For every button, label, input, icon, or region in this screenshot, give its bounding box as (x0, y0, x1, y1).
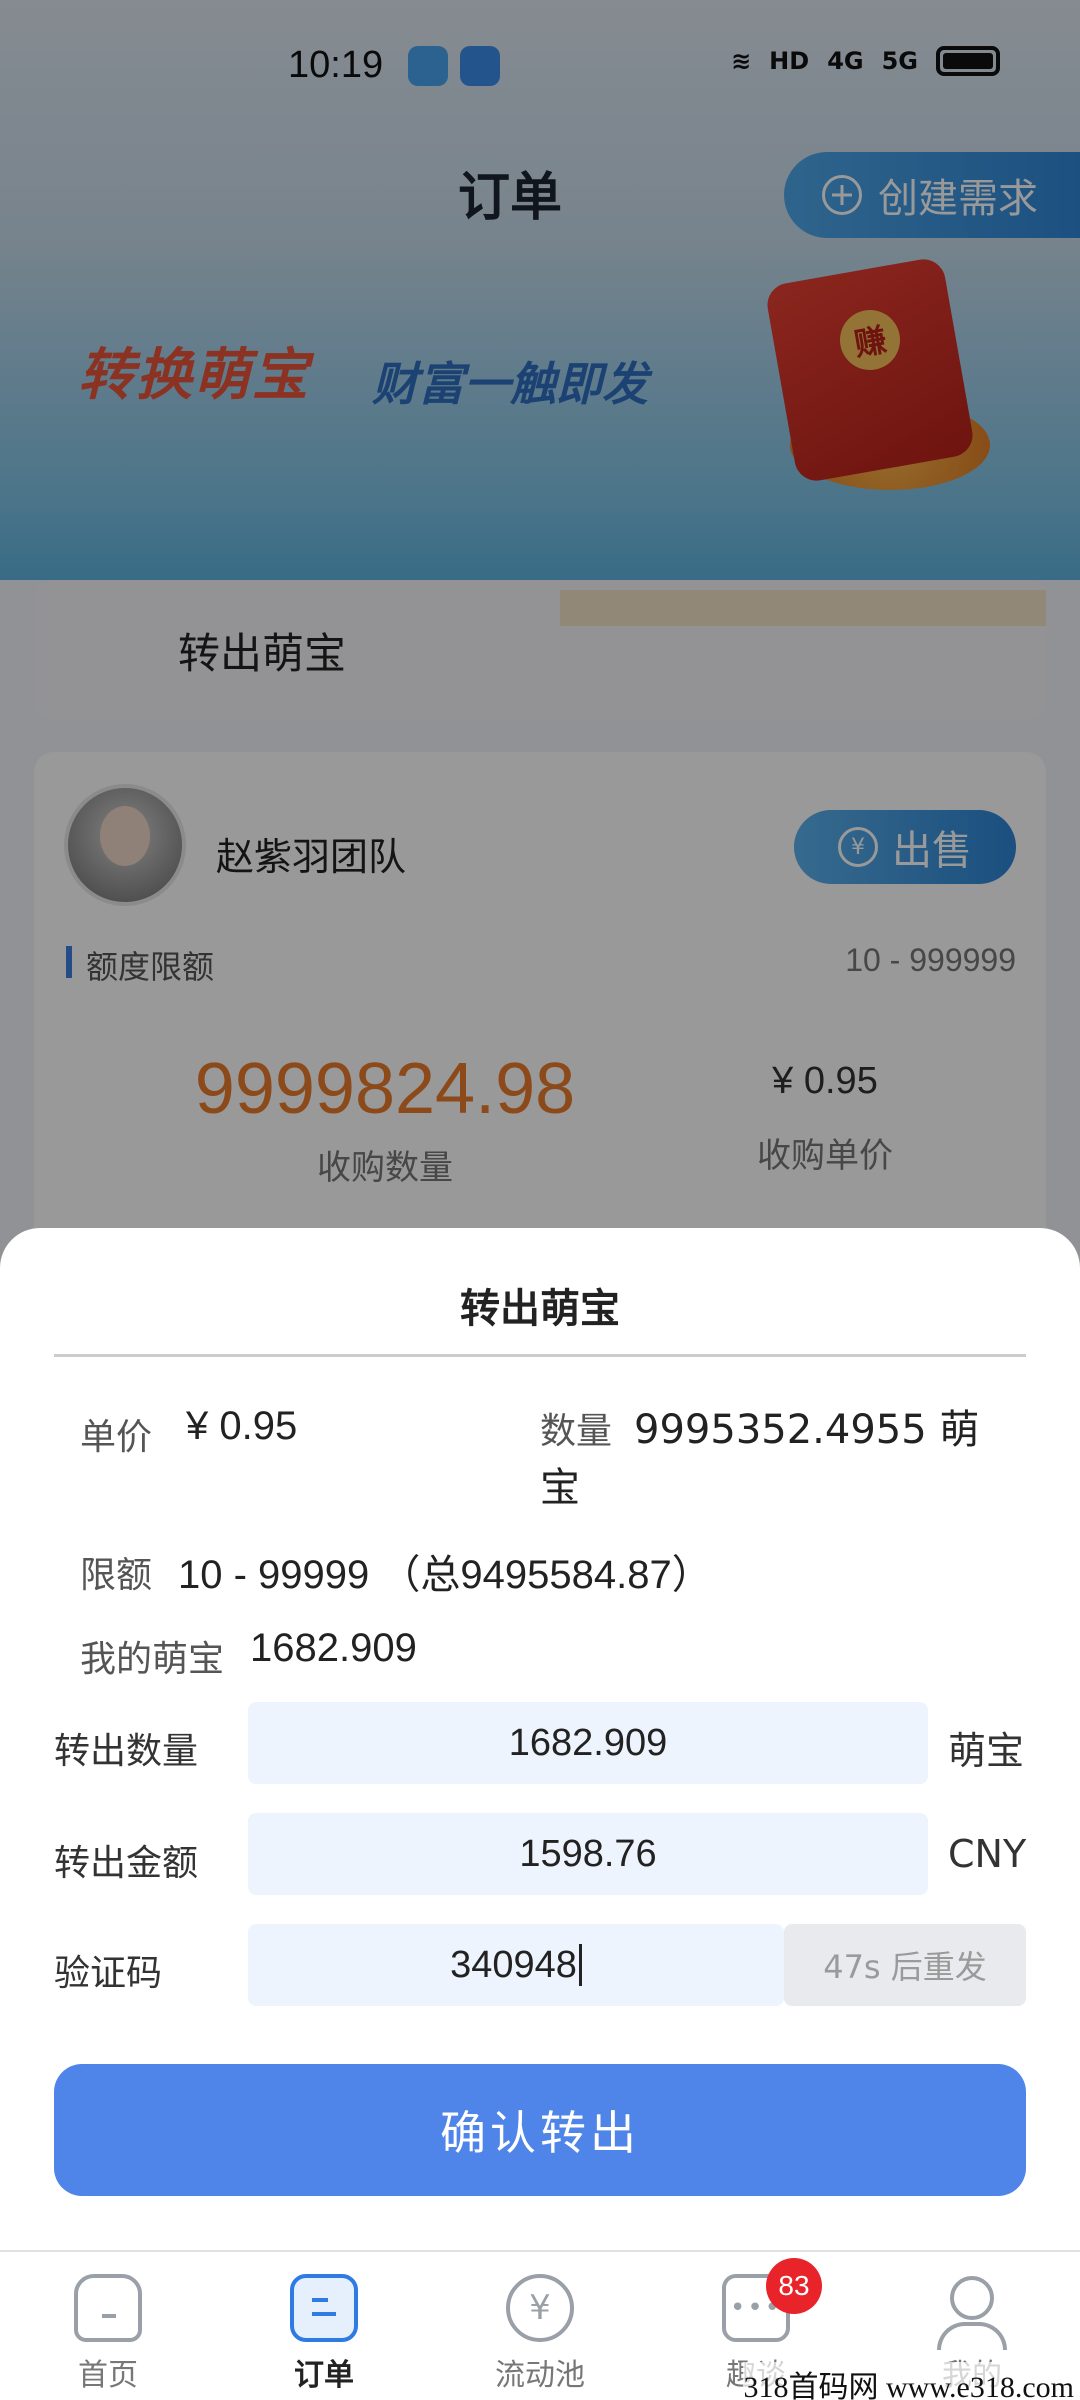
transfer-amount-input[interactable]: 1598.76 (248, 1813, 928, 1895)
nav-pool-label: 流动池 (495, 2358, 585, 2393)
text-cursor (578, 1944, 582, 1986)
watermark: 318首码网 www.e318.com (743, 2362, 1074, 2400)
unit-price-label: 单价 (80, 1417, 153, 1458)
person-icon-body (937, 2322, 1007, 2350)
verification-code-input[interactable]: 340948 (248, 1924, 784, 2006)
my-mengbao-value: 1682.909 (250, 1626, 417, 1670)
transfer-qty-unit: 萌宝 (948, 1729, 1025, 1773)
person-icon (950, 2276, 994, 2320)
nav-pool[interactable]: ¥ 流动池 (432, 2252, 648, 2400)
unit-price-value: ¥ 0.95 (186, 1404, 298, 1448)
transfer-amount-label: 转出金额 (54, 1843, 199, 1884)
quantity-row: 数量 9995352.4955 萌宝 (540, 1402, 1000, 1516)
transfer-amount-unit: CNY (948, 1832, 1027, 1876)
transfer-qty-label: 转出数量 (54, 1731, 199, 1772)
quantity-label: 数量 (540, 1411, 613, 1452)
unread-badge: 83 (766, 2258, 822, 2314)
sheet-title: 转出萌宝 (460, 1286, 620, 1332)
limit-value: 10 - 99999 （总9495584.87） (178, 1553, 712, 1597)
verification-code-label: 验证码 (54, 1953, 163, 1994)
my-mengbao-label: 我的萌宝 (80, 1639, 225, 1680)
transfer-qty-input[interactable]: 1682.909 (248, 1702, 928, 1784)
home-icon (74, 2274, 142, 2342)
verification-code-value: 340948 (450, 1943, 577, 1986)
nav-orders-label: 订单 (294, 2358, 354, 2393)
nav-orders[interactable]: 订单 (216, 2252, 432, 2400)
order-icon (290, 2274, 358, 2342)
resend-code-button[interactable]: 47s 后重发 (784, 1924, 1026, 2006)
confirm-transfer-button[interactable]: 确认转出 (54, 2064, 1026, 2196)
nav-home[interactable]: 首页 (0, 2252, 216, 2400)
nav-home-label: 首页 (78, 2358, 138, 2393)
limit-label: 限额 (80, 1555, 153, 1596)
liquidity-pool-icon: ¥ (506, 2274, 574, 2342)
sheet-divider (54, 1354, 1026, 1357)
